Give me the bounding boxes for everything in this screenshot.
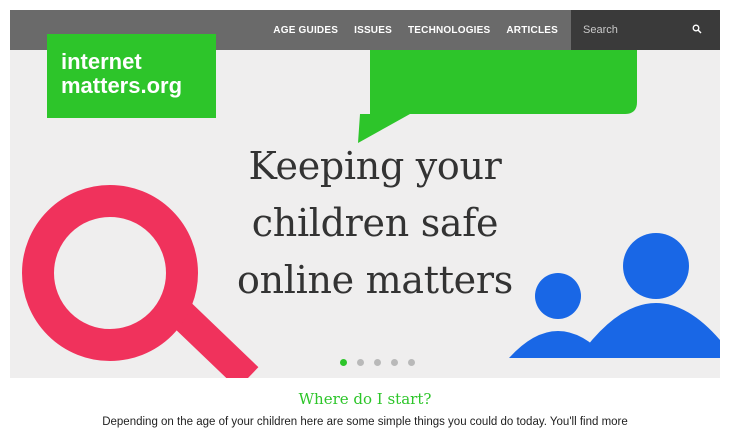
carousel-dot-1[interactable]	[340, 359, 347, 366]
carousel-dot-3[interactable]	[374, 359, 381, 366]
carousel-pagination	[340, 359, 415, 366]
hero-banner: AGE GUIDES ISSUES TECHNOLOGIES ARTICLES …	[10, 10, 720, 378]
page: AGE GUIDES ISSUES TECHNOLOGIES ARTICLES …	[0, 0, 730, 431]
headline-line-3: online matters	[237, 258, 513, 302]
section-intro-text: Depending on the age of your children he…	[102, 416, 628, 428]
carousel-dot-5[interactable]	[408, 359, 415, 366]
section-title: Where do I start?	[298, 390, 432, 408]
carousel-dot-2[interactable]	[357, 359, 364, 366]
headline-line-2: children safe	[251, 201, 499, 245]
headline-line-1: Keeping your	[248, 144, 502, 188]
carousel-dot-4[interactable]	[391, 359, 398, 366]
hero-headline: Keeping your children safe online matter…	[190, 138, 560, 309]
